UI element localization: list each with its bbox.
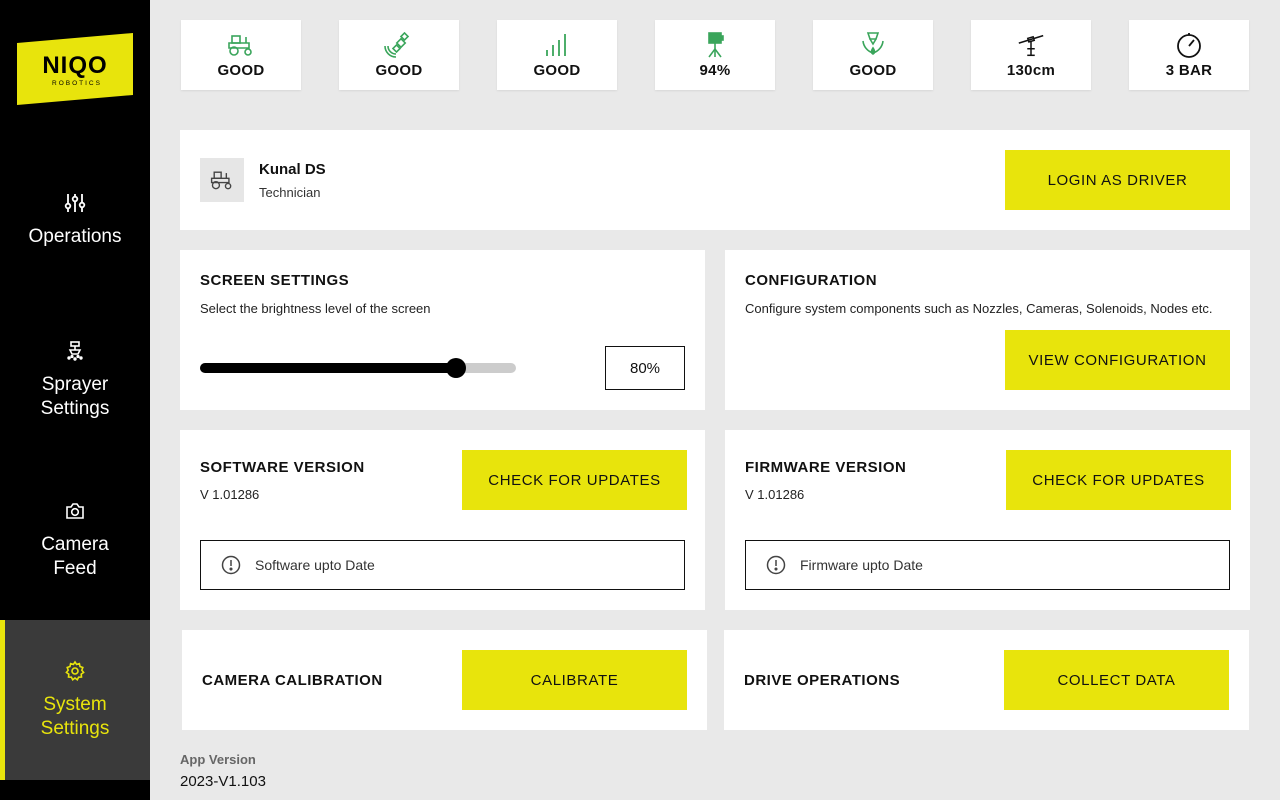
svg-text:ROBOTICS: ROBOTICS <box>52 80 102 87</box>
user-card: Kunal DS Technician LOGIN AS DRIVER <box>180 130 1250 230</box>
user-name: Kunal DS <box>259 161 326 178</box>
sprayer-icon <box>63 339 87 363</box>
brightness-value-field[interactable]: 80% <box>605 346 685 390</box>
status-tile-signal: GOOD <box>497 20 617 90</box>
sidebar-item-sprayer-settings[interactable]: Sprayer Settings <box>0 300 150 460</box>
slider-fill <box>200 363 456 373</box>
status-value: GOOD <box>849 62 897 79</box>
status-value: 3 BAR <box>1165 62 1213 79</box>
login-as-driver-button[interactable]: LOGIN AS DRIVER <box>1005 150 1230 210</box>
firmware-status-text: Firmware upto Date <box>800 557 923 573</box>
brightness-slider[interactable] <box>200 358 516 378</box>
sidebar-item-camera-feed[interactable]: Camera Feed <box>0 460 150 620</box>
status-value: GOOD <box>533 62 581 79</box>
pressure-gauge-icon <box>1174 30 1204 60</box>
signal-icon <box>542 30 572 60</box>
firmware-version-value: V 1.01286 <box>745 487 805 502</box>
card-subtitle: Configure system components such as Nozz… <box>745 301 1213 316</box>
sidebar-item-operations[interactable]: Operations <box>0 140 150 300</box>
card-title: DRIVE OPERATIONS <box>744 672 901 689</box>
tractor-icon <box>210 171 232 190</box>
status-value: 94% <box>699 62 731 79</box>
status-value: GOOD <box>217 62 265 79</box>
collect-data-button[interactable]: COLLECT DATA <box>1004 650 1229 710</box>
gear-icon <box>63 659 87 683</box>
sidebar-item-label: Operations <box>28 226 122 247</box>
card-title: SOFTWARE VERSION <box>200 459 365 476</box>
firmware-check-updates-button[interactable]: CHECK FOR UPDATES <box>1006 450 1231 510</box>
card-subtitle: Select the brightness level of the scree… <box>200 301 431 316</box>
sliders-icon <box>63 191 87 215</box>
app-version-value: 2023-V1.103 <box>180 773 266 790</box>
status-tile-pressure: 3 BAR <box>1129 20 1249 90</box>
firmware-status-box: Firmware upto Date <box>745 540 1230 590</box>
sidebar-item-label: Camera Feed <box>41 534 109 579</box>
status-tile-nozzle: GOOD <box>813 20 933 90</box>
niqo-robotics-logo: NIQO ROBOTICS <box>17 33 133 105</box>
drive-operations-card: DRIVE OPERATIONS COLLECT DATA <box>724 630 1249 730</box>
sidebar-item-label: Sprayer Settings <box>40 374 110 419</box>
configuration-card: CONFIGURATION Configure system component… <box>725 250 1250 410</box>
card-title: CAMERA CALIBRATION <box>202 672 383 689</box>
avatar <box>200 158 244 202</box>
sidebar-item-system-settings[interactable]: System Settings <box>0 620 150 780</box>
view-configuration-button[interactable]: VIEW CONFIGURATION <box>1005 330 1230 390</box>
user-role: Technician <box>259 185 321 200</box>
software-version-value: V 1.01286 <box>200 487 260 502</box>
sidebar: NIQO ROBOTICS Operations Sprayer Setting… <box>0 0 150 800</box>
boom-height-icon <box>1016 30 1046 60</box>
software-status-box: Software upto Date <box>200 540 685 590</box>
card-title: SCREEN SETTINGS <box>200 272 350 289</box>
tractor-icon <box>226 30 256 60</box>
slider-thumb[interactable] <box>445 358 466 378</box>
status-tile-battery: 94% <box>655 20 775 90</box>
satellite-icon <box>384 30 414 60</box>
app-version-label: App Version <box>180 752 256 767</box>
status-value: GOOD <box>375 62 423 79</box>
svg-text:NIQO: NIQO <box>42 52 107 79</box>
screen-settings-card: SCREEN SETTINGS Select the brightness le… <box>180 250 705 410</box>
software-status-text: Software upto Date <box>255 557 375 573</box>
status-tile-boom-height: 130cm <box>971 20 1091 90</box>
software-version-card: SOFTWARE VERSION V 1.01286 CHECK FOR UPD… <box>180 430 705 610</box>
firmware-version-card: FIRMWARE VERSION V 1.01286 CHECK FOR UPD… <box>725 430 1250 610</box>
status-tile-gps: GOOD <box>339 20 459 90</box>
card-title: FIRMWARE VERSION <box>745 459 907 476</box>
status-tile-tractor: GOOD <box>181 20 301 90</box>
sidebar-item-label: System Settings <box>40 694 110 739</box>
camera-calibration-card: CAMERA CALIBRATION CALIBRATE <box>182 630 707 730</box>
battery-tripod-icon <box>700 30 730 60</box>
info-icon <box>766 555 786 575</box>
software-check-updates-button[interactable]: CHECK FOR UPDATES <box>462 450 687 510</box>
info-icon <box>221 555 241 575</box>
calibrate-button[interactable]: CALIBRATE <box>462 650 687 710</box>
status-value: 130cm <box>1006 62 1056 79</box>
camera-icon <box>63 499 87 523</box>
nozzle-icon <box>858 30 888 60</box>
card-title: CONFIGURATION <box>745 272 878 289</box>
